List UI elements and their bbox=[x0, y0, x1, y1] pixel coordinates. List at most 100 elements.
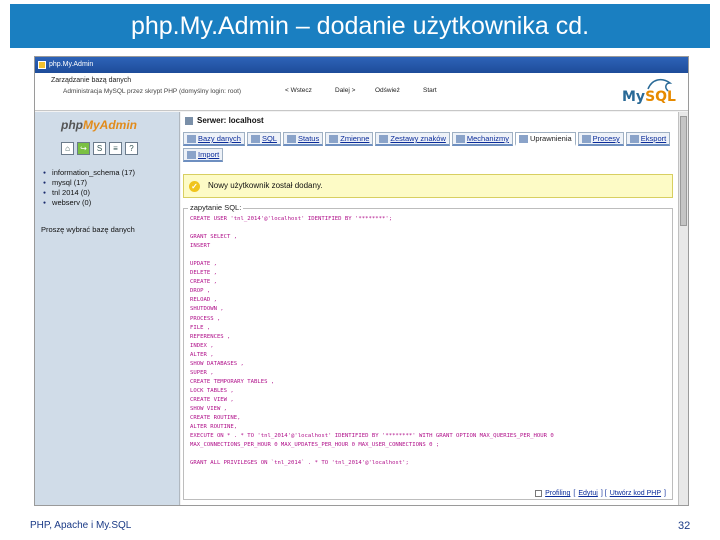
home-icon[interactable]: ⌂ bbox=[61, 142, 74, 155]
edit-link[interactable]: Edytuj bbox=[578, 490, 597, 497]
tab-engines[interactable]: Mechanizmy bbox=[451, 132, 513, 146]
create-php-code-link[interactable]: Utwórz kod PHP bbox=[610, 490, 661, 497]
refresh-button[interactable]: Odśwież bbox=[375, 87, 400, 94]
database-item[interactable]: webserv (0) bbox=[43, 198, 135, 208]
logo-myadmin: MyAdmin bbox=[83, 118, 137, 132]
sql-line: SUPER , bbox=[190, 369, 214, 376]
phpmyadmin-logo: phpMyAdmin bbox=[61, 118, 137, 132]
mysql-logo-sql: SQL bbox=[645, 89, 676, 105]
sql-line bbox=[190, 450, 554, 459]
sql-line: PROCESS , bbox=[190, 315, 221, 322]
sql-query-text: CREATE USER 'tnl_2014'@'localhost' IDENT… bbox=[190, 215, 554, 468]
start-button[interactable]: Start bbox=[423, 87, 437, 94]
sql-line: INDEX , bbox=[190, 342, 214, 349]
tab-label: Bazy danych bbox=[198, 134, 241, 143]
tab-label: Procesy bbox=[592, 134, 620, 143]
tab-label: Mechanizmy bbox=[466, 134, 509, 143]
footer-text: PHP, Apache i My.SQL bbox=[30, 520, 132, 531]
sql-line: LOCK TABLES , bbox=[190, 387, 234, 394]
forward-button[interactable]: Dalej > bbox=[335, 87, 355, 94]
sql-line: CREATE VIEW , bbox=[190, 396, 234, 403]
tab-label: SQL bbox=[261, 134, 277, 143]
success-icon: ✓ bbox=[189, 181, 200, 192]
database-list: information_schema (17) mysql (17) tnl 2… bbox=[43, 168, 135, 208]
server-icon bbox=[185, 116, 193, 125]
database-item[interactable]: mysql (17) bbox=[43, 178, 135, 188]
header-subtitle: Administracja MySQL przez skrypt PHP (do… bbox=[63, 88, 242, 95]
tab-label: Uprawnienia bbox=[529, 134, 572, 143]
sql-line: CREATE USER 'tnl_2014'@'localhost' IDENT… bbox=[190, 216, 393, 222]
processes-icon bbox=[581, 134, 591, 143]
tab-label: Zmienne bbox=[340, 134, 370, 143]
tab-import[interactable]: Import bbox=[183, 148, 224, 162]
variables-icon bbox=[329, 134, 339, 143]
server-label-text: Serwer: localhost bbox=[197, 116, 264, 125]
tab-label: Import bbox=[198, 150, 220, 159]
tab-label: Zestawy znaków bbox=[390, 134, 446, 143]
tab-variables[interactable]: Zmienne bbox=[325, 132, 374, 146]
tab-bar: Bazy danych SQL Status Zmienne Zestawy z… bbox=[183, 132, 675, 162]
notice-text: Nowy użytkownik został dodany. bbox=[208, 181, 323, 190]
profiling-link[interactable]: Profiling bbox=[545, 490, 570, 497]
scrollbar-thumb[interactable] bbox=[680, 116, 687, 226]
sql-line: SHOW VIEW , bbox=[190, 405, 228, 412]
sql-line: MAX_CONNECTIONS_PER_HOUR 0 MAX_UPDATES_P… bbox=[190, 442, 440, 449]
main-panel: Serwer: localhost Bazy danych SQL Status… bbox=[181, 112, 678, 505]
sql-line: EXECUTE ON * . * TO 'tnl_2014'@'localhos… bbox=[190, 433, 554, 440]
sql-line: CREATE TEMPORARY TABLES , bbox=[190, 378, 275, 385]
import-icon bbox=[187, 150, 196, 159]
back-button[interactable]: < Wstecz bbox=[285, 87, 312, 94]
header-title: Zarządzanie bazą danych bbox=[51, 77, 132, 84]
sql-line: DELETE , bbox=[190, 270, 217, 277]
sidebar-icon-row: ⌂ ↪ S ≡ ? bbox=[61, 142, 138, 155]
success-notice: ✓ Nowy użytkownik został dodany. bbox=[183, 174, 673, 198]
charset-icon bbox=[379, 134, 389, 143]
sql-query-icon[interactable]: S bbox=[93, 142, 106, 155]
vertical-scrollbar[interactable] bbox=[678, 112, 688, 505]
logo-php: php bbox=[61, 118, 83, 132]
mysql-logo: MySQL bbox=[618, 75, 678, 109]
help-icon[interactable]: ? bbox=[125, 142, 138, 155]
docs-icon[interactable]: ≡ bbox=[109, 142, 122, 155]
exit-icon[interactable]: ↪ bbox=[77, 142, 90, 155]
tab-export[interactable]: Eksport bbox=[625, 132, 671, 146]
sql-line: SHUTDOWN , bbox=[190, 306, 224, 313]
sql-line bbox=[190, 224, 554, 233]
tab-status[interactable]: Status bbox=[282, 132, 324, 146]
sql-query-box: zapytanie SQL: CREATE USER 'tnl_2014'@'l… bbox=[183, 203, 673, 500]
sql-line: INSERT bbox=[190, 243, 211, 250]
sql-line: UPDATE , bbox=[190, 261, 217, 268]
app-header: Zarządzanie bazą danych Administracja My… bbox=[35, 73, 688, 111]
profiling-checkbox[interactable] bbox=[535, 490, 543, 497]
tab-processes[interactable]: Procesy bbox=[577, 132, 624, 146]
database-item[interactable]: information_schema (17) bbox=[43, 168, 135, 178]
sql-line: ALTER ROUTINE, bbox=[190, 424, 238, 431]
window-titlebar: php.My.Admin bbox=[35, 57, 688, 73]
database-item[interactable]: tnl 2014 (0) bbox=[43, 188, 135, 198]
tab-databases[interactable]: Bazy danych bbox=[183, 132, 245, 146]
sql-line: DROP , bbox=[190, 288, 211, 295]
phpmyadmin-screenshot: php.My.Admin Zarządzanie bazą danych Adm… bbox=[34, 56, 689, 506]
privileges-icon bbox=[518, 134, 528, 143]
sql-line: RELOAD , bbox=[190, 297, 217, 304]
database-icon bbox=[187, 134, 196, 143]
tab-label: Eksport bbox=[640, 134, 667, 143]
tab-charsets[interactable]: Zestawy znaków bbox=[375, 132, 450, 146]
sql-line bbox=[190, 251, 554, 260]
tab-sql[interactable]: SQL bbox=[246, 132, 281, 146]
sql-line: REFERENCES , bbox=[190, 333, 231, 340]
tab-privileges[interactable]: Uprawnienia bbox=[514, 132, 576, 146]
sidebar: phpMyAdmin ⌂ ↪ S ≡ ? information_schema … bbox=[35, 112, 180, 505]
sql-legend: zapytanie SQL: bbox=[188, 203, 244, 212]
sql-line: GRANT ALL PRIVILEGES ON `tnl_2014` . * T… bbox=[190, 460, 409, 467]
server-label[interactable]: Serwer: localhost bbox=[185, 116, 264, 125]
sql-line: CREATE , bbox=[190, 279, 217, 286]
slide-title: php.My.Admin – dodanie użytkownika cd. bbox=[10, 4, 710, 48]
sql-icon bbox=[250, 134, 260, 143]
status-icon bbox=[286, 134, 296, 143]
tab-label: Status bbox=[297, 134, 320, 143]
mysql-logo-my: My bbox=[622, 89, 646, 105]
export-icon bbox=[629, 134, 639, 143]
query-actions: Profiling [ Edytuj ] [ Utwórz kod PHP ] bbox=[535, 490, 666, 497]
sql-line: GRANT SELECT , bbox=[190, 234, 238, 241]
